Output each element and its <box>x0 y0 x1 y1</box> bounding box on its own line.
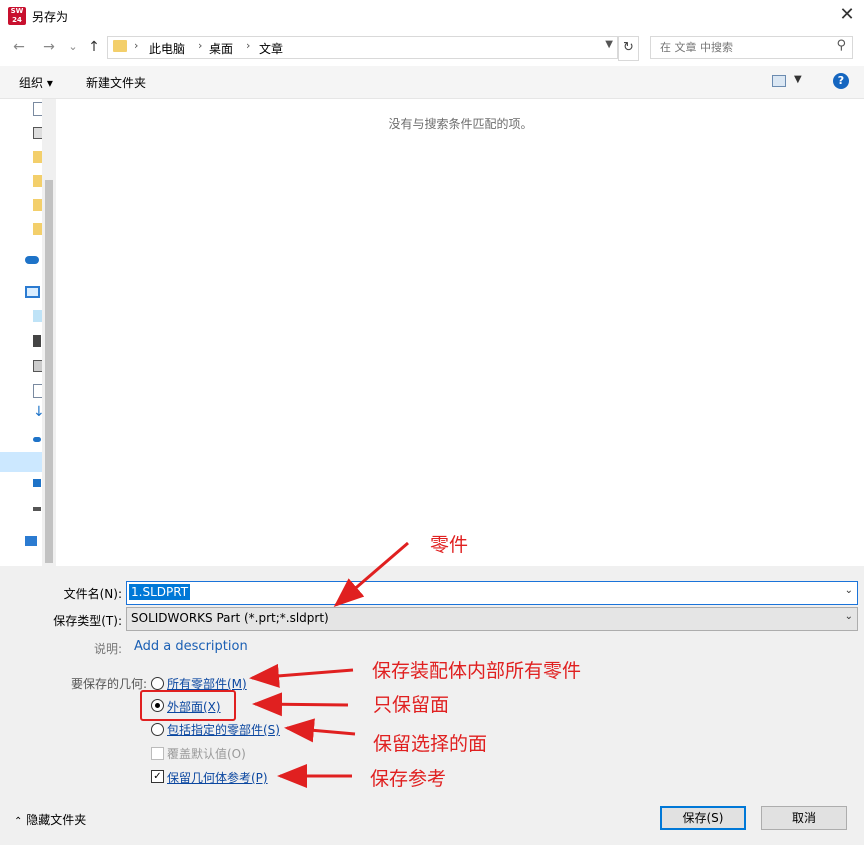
arrow-to-filetype <box>333 541 409 607</box>
arrow-to-all-parts <box>249 663 354 688</box>
annotation-keep-selected-faces: 保留选择的面 <box>373 733 488 755</box>
arrow-to-exterior-faces <box>252 692 349 717</box>
arrow-to-specified-parts <box>284 718 356 743</box>
annotation-arrows <box>249 541 409 788</box>
annotation-only-faces: 只保留面 <box>373 694 450 716</box>
annotation-save-reference: 保存参考 <box>370 768 447 790</box>
annotation-part: 零件 <box>430 534 469 556</box>
annotation-save-all-parts: 保存装配体内部所有零件 <box>372 660 582 682</box>
